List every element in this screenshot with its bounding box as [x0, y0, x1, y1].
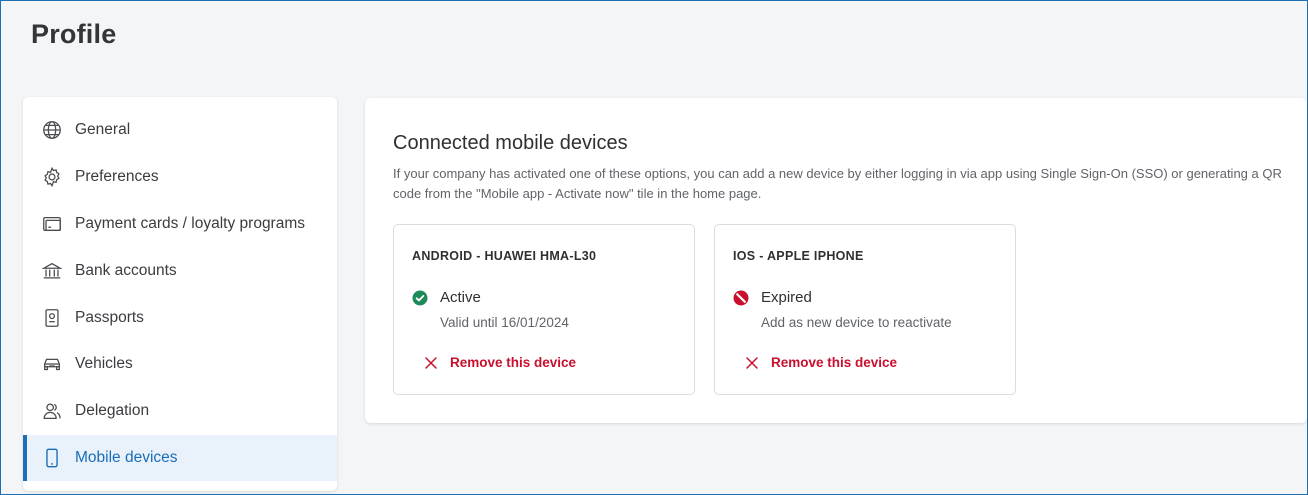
device-status: Expired — [733, 289, 812, 306]
sidebar-item-label: Mobile devices — [75, 448, 178, 466]
page-title: Profile — [31, 19, 117, 49]
globe-icon — [41, 119, 63, 141]
sidebar-item-payment-cards[interactable]: Payment cards / loyalty programs — [23, 201, 337, 248]
sidebar-item-passports[interactable]: Passports — [23, 294, 337, 341]
remove-device-button[interactable]: Remove this device — [424, 355, 576, 370]
sidebar-item-label: Payment cards / loyalty programs — [75, 214, 306, 232]
sidebar-item-delegation[interactable]: Delegation — [23, 388, 337, 435]
app-frame: Profile General Preferences Payment card… — [0, 0, 1308, 495]
device-name: ANDROID - HUAWEI HMA-L30 — [412, 249, 597, 263]
sidebar-item-label: Delegation — [75, 402, 150, 420]
profile-sidebar: General Preferences Payment cards / loya… — [23, 97, 337, 491]
remove-device-label: Remove this device — [771, 355, 898, 370]
device-card: IOS - APPLE IPHONE Expired Add as new de… — [714, 224, 1016, 395]
check-circle-icon — [412, 290, 428, 306]
close-icon — [745, 356, 759, 370]
sidebar-item-label: General — [75, 121, 131, 139]
sidebar-item-mobile-devices[interactable]: Mobile devices — [23, 434, 337, 482]
car-icon — [41, 353, 63, 375]
sidebar-item-label: Bank accounts — [75, 261, 177, 279]
credit-card-icon — [41, 213, 63, 235]
smartphone-icon — [41, 447, 63, 469]
bank-icon — [41, 260, 63, 282]
sidebar-item-preferences[interactable]: Preferences — [23, 154, 337, 201]
sidebar-item-general[interactable]: General — [23, 107, 337, 154]
device-card: ANDROID - HUAWEI HMA-L30 Active Valid un… — [393, 224, 695, 395]
device-status-detail: Valid until 16/01/2024 — [440, 315, 569, 330]
users-icon — [41, 400, 63, 422]
remove-device-button[interactable]: Remove this device — [745, 355, 897, 370]
no-entry-icon — [733, 290, 749, 306]
remove-device-label: Remove this device — [450, 355, 577, 370]
connected-devices-panel: Connected mobile devices If your company… — [365, 98, 1307, 423]
sidebar-item-label: Vehicles — [75, 355, 133, 373]
sidebar-item-label: Passports — [75, 308, 144, 326]
close-icon — [424, 356, 438, 370]
device-status: Active — [412, 289, 481, 306]
section-title: Connected mobile devices — [393, 132, 628, 154]
passport-icon — [41, 307, 63, 329]
section-description: If your company has activated one of the… — [393, 166, 1282, 201]
status-label: Expired — [761, 289, 812, 306]
status-label: Active — [440, 289, 481, 306]
device-status-detail: Add as new device to reactivate — [761, 315, 952, 330]
gear-icon — [41, 166, 63, 188]
sidebar-item-label: Preferences — [75, 168, 159, 186]
device-name: IOS - APPLE IPHONE — [733, 249, 864, 263]
sidebar-item-vehicles[interactable]: Vehicles — [23, 341, 337, 388]
sidebar-item-bank-accounts[interactable]: Bank accounts — [23, 247, 337, 294]
